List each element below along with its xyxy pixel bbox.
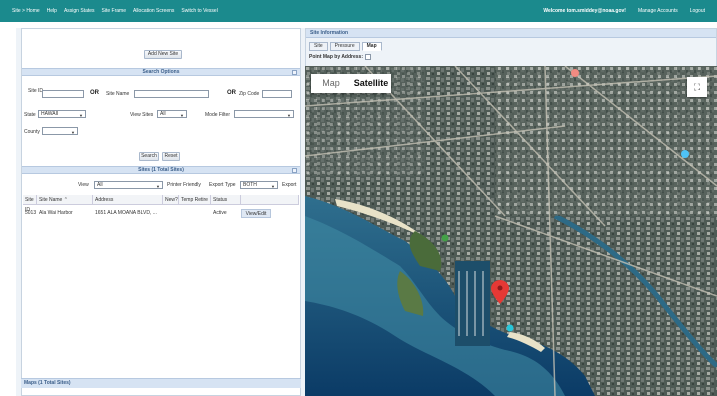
new-cell [163,208,179,218]
site-info-tabs: Site Pressure Map [309,42,382,51]
nav-link-switch-to-vessel[interactable]: Switch to Vessel [181,8,217,14]
reset-button[interactable]: Reset [162,152,180,161]
nav-user-area: Welcome tom.smiddey@noaa.gov! Manage Acc… [543,8,705,14]
view-sites-select[interactable]: All ▼ [157,110,187,118]
zip-code-input[interactable] [262,90,292,98]
nav-links: Site > Home Help Assign States Site Fram… [12,8,218,14]
view-select-value: All [97,182,103,188]
satellite-map[interactable]: Map Satellite ⛶ [305,66,717,396]
top-nav-bar: Site > Home Help Assign States Site Fram… [0,0,717,22]
column-header[interactable]: Site Name ⌃ [37,195,93,204]
status-cell: Active [213,210,227,216]
map-type-satellite-button[interactable]: Satellite [351,74,391,93]
sites-header: Sites (1 Total Sites) [22,166,300,174]
zip-code-label: Zip Code [239,91,260,97]
printer-friendly-link[interactable]: Printer Friendly [167,182,201,188]
mode-filter-select[interactable]: ▼ [234,110,294,118]
temp-retire-cell [179,208,211,218]
point-map-by-address: Point Map by Address: [309,54,371,60]
logout-link[interactable]: Logout [690,8,705,14]
nav-link-home[interactable]: Site > Home [12,8,40,14]
site-name-label: Site Name [106,91,130,97]
chevron-down-icon: ▼ [71,130,75,135]
nav-link-site-frame[interactable]: Site Frame [102,8,126,14]
map-type-toggle: Map Satellite [311,74,391,93]
view-sites-label: View Sites [130,112,154,118]
site-id-input[interactable] [42,90,84,98]
mode-filter-label: Mode Filter [205,112,231,118]
place-marker[interactable] [681,150,689,158]
satellite-map-imagery [305,66,717,396]
chevron-down-icon: ▼ [156,184,160,189]
county-select[interactable]: ▼ [42,127,78,135]
search-options-header: Search Options [22,68,300,76]
site-name-input[interactable] [134,90,209,98]
column-header [241,195,299,204]
column-header[interactable]: New? [163,195,179,204]
place-marker[interactable] [441,234,449,242]
view-edit-button[interactable]: View/Edit [241,209,271,218]
map-type-map-button[interactable]: Map [311,74,351,93]
welcome-text: Welcome tom.smiddey@noaa.gov! [543,8,626,14]
site-information-header: Site Information [306,29,716,38]
tab-pressure[interactable]: Pressure [329,42,360,51]
left-panel: Add New Site Search Options Site ID OR S… [21,28,301,396]
address-cell: 1651 ALA MOANA BLVD, ... [95,210,157,216]
export-type-select[interactable]: BOTH ▼ [240,181,278,189]
export-type-select-value: BOTH [243,182,257,188]
point-map-label: Point Map by Address: [309,54,363,60]
search-options-title: Search Options [142,69,180,75]
place-marker[interactable] [571,69,579,77]
chevron-down-icon: ▼ [79,113,83,118]
column-header[interactable]: Status [211,195,241,204]
manage-accounts-link[interactable]: Manage Accounts [638,8,678,14]
or-separator: OR [227,90,236,96]
site-id-cell: 5013 [25,210,37,216]
state-select[interactable]: HAWAII ▼ [38,110,86,118]
collapse-toggle-icon[interactable] [292,70,297,75]
column-header[interactable]: Address [93,195,163,204]
chevron-down-icon: ▼ [180,113,184,118]
table-row: 5013 Ala Wai Harbor 1651 ALA MOANA BLVD,… [23,208,299,218]
view-label: View [78,182,89,188]
nav-link-allocation-screens[interactable]: Allocation Screens [133,8,174,14]
column-header[interactable]: Site ID [23,195,37,213]
state-label: State [24,112,36,118]
column-header[interactable]: Temp Retire [179,195,211,204]
site-name-cell: Ala Wai Harbor [39,210,73,216]
fullscreen-icon[interactable]: ⛶ [687,77,707,97]
chevron-down-icon: ▼ [271,184,275,189]
state-select-value: HAWAII [41,111,59,117]
nav-link-assign-states[interactable]: Assign States [64,8,95,14]
place-marker[interactable] [506,324,514,332]
view-select[interactable]: All ▼ [94,181,163,189]
tab-map[interactable]: Map [361,42,382,51]
collapse-toggle-icon[interactable] [292,168,297,173]
sites-table-header: Site ID Site Name ⌃ Address New? Temp Re… [23,195,299,213]
or-separator: OR [90,90,99,96]
export-button[interactable]: Export [282,182,296,188]
point-map-checkbox[interactable] [365,54,371,60]
chevron-down-icon: ▼ [287,113,291,118]
export-type-label: Export Type [209,182,236,188]
add-new-site-button[interactable]: Add New Site [144,50,182,59]
sites-title: Sites (1 Total Sites) [138,167,184,173]
view-sites-select-value: All [160,111,166,117]
county-label: County [24,129,40,135]
tab-site[interactable]: Site [309,42,328,51]
nav-link-help[interactable]: Help [47,8,57,14]
site-id-label: Site ID [28,88,44,94]
search-button[interactable]: Search [139,152,159,161]
maps-header[interactable]: Maps (1 Total Sites) [21,378,301,388]
